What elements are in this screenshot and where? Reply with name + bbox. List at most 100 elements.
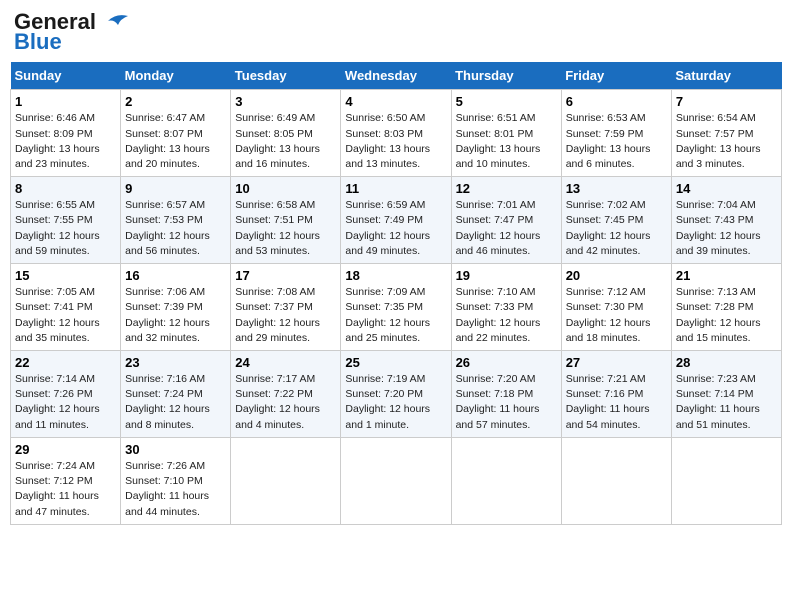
weekday-header-wednesday: Wednesday (341, 62, 451, 90)
calendar-week-row: 29 Sunrise: 7:24 AM Sunset: 7:12 PM Dayli… (11, 437, 782, 524)
day-detail: Sunrise: 7:23 AM Sunset: 7:14 PM Dayligh… (676, 372, 777, 433)
calendar-cell: 2 Sunrise: 6:47 AM Sunset: 8:07 PM Daylig… (121, 90, 231, 177)
calendar-cell: 18 Sunrise: 7:09 AM Sunset: 7:35 PM Dayli… (341, 264, 451, 351)
day-number: 10 (235, 181, 336, 196)
day-number: 23 (125, 355, 226, 370)
calendar-cell: 25 Sunrise: 7:19 AM Sunset: 7:20 PM Dayli… (341, 351, 451, 438)
calendar-cell (671, 437, 781, 524)
calendar-cell: 9Sunrise: 6:57 AM Sunset: 7:53 PM Daylig… (121, 177, 231, 264)
calendar-cell: 28Sunrise: 7:23 AM Sunset: 7:14 PM Dayli… (671, 351, 781, 438)
day-detail: Sunrise: 7:21 AM Sunset: 7:16 PM Dayligh… (566, 372, 667, 433)
day-detail: Sunrise: 6:57 AM Sunset: 7:53 PM Dayligh… (125, 198, 226, 259)
day-number: 26 (456, 355, 557, 370)
calendar-cell: 14 Sunrise: 7:04 AM Sunset: 7:43 PM Dayli… (671, 177, 781, 264)
calendar-week-row: 15Sunrise: 7:05 AM Sunset: 7:41 PM Dayli… (11, 264, 782, 351)
day-detail: Sunrise: 6:50 AM Sunset: 8:03 PM Dayligh… (345, 111, 446, 172)
day-number: 17 (235, 268, 336, 283)
calendar-cell: 17 Sunrise: 7:08 AM Sunset: 7:37 PM Dayli… (231, 264, 341, 351)
calendar-cell: 4 Sunrise: 6:50 AM Sunset: 8:03 PM Daylig… (341, 90, 451, 177)
day-number: 6 (566, 94, 667, 109)
calendar-cell: 15Sunrise: 7:05 AM Sunset: 7:41 PM Dayli… (11, 264, 121, 351)
day-number: 13 (566, 181, 667, 196)
logo-bird-icon (98, 11, 130, 33)
calendar-cell: 13 Sunrise: 7:02 AM Sunset: 7:45 PM Dayli… (561, 177, 671, 264)
day-number: 1 (15, 94, 116, 109)
day-detail: Sunrise: 6:46 AM Sunset: 8:09 PM Dayligh… (15, 111, 116, 172)
calendar-cell: 27Sunrise: 7:21 AM Sunset: 7:16 PM Dayli… (561, 351, 671, 438)
calendar-cell: 22 Sunrise: 7:14 AM Sunset: 7:26 PM Dayli… (11, 351, 121, 438)
calendar-cell: 5 Sunrise: 6:51 AM Sunset: 8:01 PM Daylig… (451, 90, 561, 177)
day-detail: Sunrise: 7:01 AM Sunset: 7:47 PM Dayligh… (456, 198, 557, 259)
day-number: 22 (15, 355, 116, 370)
calendar-cell: 16Sunrise: 7:06 AM Sunset: 7:39 PM Dayli… (121, 264, 231, 351)
day-detail: Sunrise: 7:19 AM Sunset: 7:20 PM Dayligh… (345, 372, 446, 433)
calendar-cell: 24 Sunrise: 7:17 AM Sunset: 7:22 PM Dayli… (231, 351, 341, 438)
day-detail: Sunrise: 6:51 AM Sunset: 8:01 PM Dayligh… (456, 111, 557, 172)
day-number: 21 (676, 268, 777, 283)
calendar-week-row: 1 Sunrise: 6:46 AM Sunset: 8:09 PM Daylig… (11, 90, 782, 177)
day-number: 25 (345, 355, 446, 370)
weekday-header-monday: Monday (121, 62, 231, 90)
day-number: 12 (456, 181, 557, 196)
day-detail: Sunrise: 6:53 AM Sunset: 7:59 PM Dayligh… (566, 111, 667, 172)
day-number: 20 (566, 268, 667, 283)
day-detail: Sunrise: 7:10 AM Sunset: 7:33 PM Dayligh… (456, 285, 557, 346)
calendar-table: SundayMondayTuesdayWednesdayThursdayFrid… (10, 62, 782, 524)
day-number: 7 (676, 94, 777, 109)
day-detail: Sunrise: 6:47 AM Sunset: 8:07 PM Dayligh… (125, 111, 226, 172)
calendar-cell (341, 437, 451, 524)
calendar-cell: 7 Sunrise: 6:54 AM Sunset: 7:57 PM Daylig… (671, 90, 781, 177)
logo-blue-text: Blue (14, 30, 62, 54)
day-detail: Sunrise: 7:09 AM Sunset: 7:35 PM Dayligh… (345, 285, 446, 346)
page-header: General Blue (10, 10, 782, 54)
calendar-cell: 1 Sunrise: 6:46 AM Sunset: 8:09 PM Daylig… (11, 90, 121, 177)
calendar-week-row: 8Sunrise: 6:55 AM Sunset: 7:55 PM Daylig… (11, 177, 782, 264)
day-number: 18 (345, 268, 446, 283)
day-number: 11 (345, 181, 446, 196)
day-number: 3 (235, 94, 336, 109)
calendar-cell (561, 437, 671, 524)
calendar-cell: 3 Sunrise: 6:49 AM Sunset: 8:05 PM Daylig… (231, 90, 341, 177)
day-detail: Sunrise: 7:04 AM Sunset: 7:43 PM Dayligh… (676, 198, 777, 259)
day-detail: Sunrise: 7:14 AM Sunset: 7:26 PM Dayligh… (15, 372, 116, 433)
day-detail: Sunrise: 7:02 AM Sunset: 7:45 PM Dayligh… (566, 198, 667, 259)
day-detail: Sunrise: 7:05 AM Sunset: 7:41 PM Dayligh… (15, 285, 116, 346)
day-detail: Sunrise: 6:49 AM Sunset: 8:05 PM Dayligh… (235, 111, 336, 172)
day-number: 14 (676, 181, 777, 196)
calendar-cell: 30 Sunrise: 7:26 AM Sunset: 7:10 PM Dayli… (121, 437, 231, 524)
day-detail: Sunrise: 7:26 AM Sunset: 7:10 PM Dayligh… (125, 459, 226, 520)
calendar-cell: 19 Sunrise: 7:10 AM Sunset: 7:33 PM Dayli… (451, 264, 561, 351)
day-number: 29 (15, 442, 116, 457)
day-detail: Sunrise: 6:59 AM Sunset: 7:49 PM Dayligh… (345, 198, 446, 259)
day-number: 19 (456, 268, 557, 283)
calendar-cell: 8Sunrise: 6:55 AM Sunset: 7:55 PM Daylig… (11, 177, 121, 264)
weekday-header-saturday: Saturday (671, 62, 781, 90)
day-number: 30 (125, 442, 226, 457)
calendar-cell: 23Sunrise: 7:16 AM Sunset: 7:24 PM Dayli… (121, 351, 231, 438)
weekday-header-thursday: Thursday (451, 62, 561, 90)
day-detail: Sunrise: 6:54 AM Sunset: 7:57 PM Dayligh… (676, 111, 777, 172)
calendar-cell: 26 Sunrise: 7:20 AM Sunset: 7:18 PM Dayli… (451, 351, 561, 438)
day-number: 24 (235, 355, 336, 370)
calendar-cell (231, 437, 341, 524)
day-number: 4 (345, 94, 446, 109)
day-detail: Sunrise: 7:20 AM Sunset: 7:18 PM Dayligh… (456, 372, 557, 433)
calendar-cell: 10 Sunrise: 6:58 AM Sunset: 7:51 PM Dayli… (231, 177, 341, 264)
weekday-header-sunday: Sunday (11, 62, 121, 90)
day-number: 16 (125, 268, 226, 283)
day-number: 2 (125, 94, 226, 109)
day-detail: Sunrise: 7:08 AM Sunset: 7:37 PM Dayligh… (235, 285, 336, 346)
day-detail: Sunrise: 7:12 AM Sunset: 7:30 PM Dayligh… (566, 285, 667, 346)
day-detail: Sunrise: 7:17 AM Sunset: 7:22 PM Dayligh… (235, 372, 336, 433)
day-detail: Sunrise: 7:24 AM Sunset: 7:12 PM Dayligh… (15, 459, 116, 520)
day-detail: Sunrise: 6:58 AM Sunset: 7:51 PM Dayligh… (235, 198, 336, 259)
calendar-cell (451, 437, 561, 524)
weekday-header-row: SundayMondayTuesdayWednesdayThursdayFrid… (11, 62, 782, 90)
day-number: 5 (456, 94, 557, 109)
calendar-cell: 20 Sunrise: 7:12 AM Sunset: 7:30 PM Dayli… (561, 264, 671, 351)
calendar-cell: 29 Sunrise: 7:24 AM Sunset: 7:12 PM Dayli… (11, 437, 121, 524)
calendar-week-row: 22 Sunrise: 7:14 AM Sunset: 7:26 PM Dayli… (11, 351, 782, 438)
calendar-cell: 12 Sunrise: 7:01 AM Sunset: 7:47 PM Dayli… (451, 177, 561, 264)
calendar-cell: 11 Sunrise: 6:59 AM Sunset: 7:49 PM Dayli… (341, 177, 451, 264)
weekday-header-tuesday: Tuesday (231, 62, 341, 90)
